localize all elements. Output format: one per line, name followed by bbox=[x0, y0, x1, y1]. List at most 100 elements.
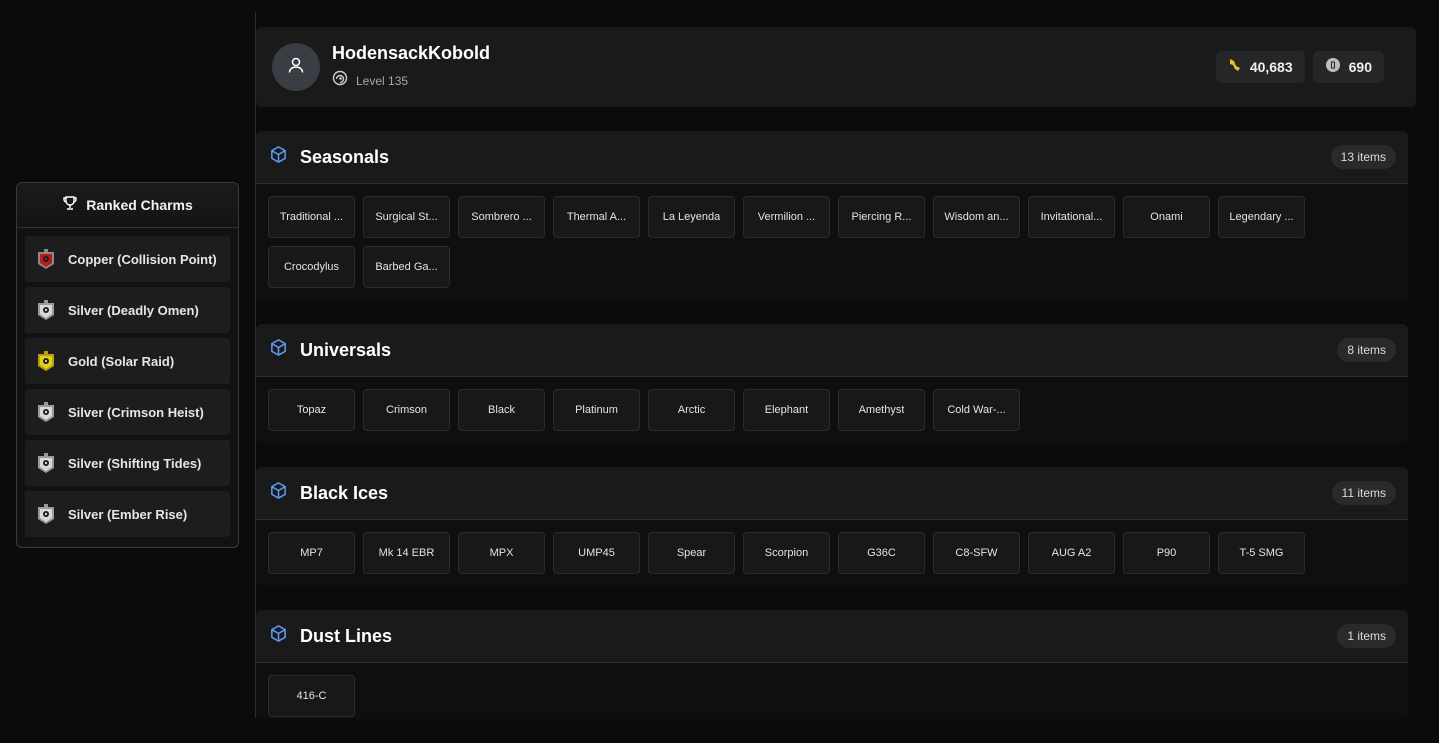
ranked-charms-header: Ranked Charms bbox=[17, 183, 238, 228]
skin-item[interactable]: Cold War-... bbox=[933, 389, 1020, 431]
skin-item-label: Barbed Ga... bbox=[375, 261, 438, 273]
skin-item-label: Surgical St... bbox=[375, 211, 438, 223]
skin-item[interactable]: T-5 SMG bbox=[1218, 532, 1305, 574]
skin-item[interactable]: Platinum bbox=[553, 389, 640, 431]
skin-item[interactable]: Vermilion ... bbox=[743, 196, 830, 238]
skin-item-label: Piercing R... bbox=[851, 211, 912, 223]
section-black-ices: Black Ices 11 items MP7 Mk 14 EBR MPX UMP45… bbox=[256, 467, 1408, 586]
skin-item[interactable]: 416-C bbox=[268, 675, 355, 717]
skin-item[interactable]: UMP45 bbox=[553, 532, 640, 574]
skin-item[interactable]: Arctic bbox=[648, 389, 735, 431]
skin-item-label: Elephant bbox=[764, 404, 809, 416]
skin-item-label: La Leyenda bbox=[662, 211, 721, 223]
r6-credits-icon bbox=[1325, 57, 1341, 78]
skin-item[interactable]: Thermal A... bbox=[553, 196, 640, 238]
section-header[interactable]: Dust Lines 1 items bbox=[256, 610, 1408, 663]
skin-item-label: Black bbox=[488, 404, 515, 416]
charm-item-silver[interactable]: Silver (Ember Rise) bbox=[25, 491, 230, 537]
credits-amount: 690 bbox=[1348, 59, 1372, 75]
skin-item[interactable]: MPX bbox=[458, 532, 545, 574]
item-grid: MP7 Mk 14 EBR MPX UMP45 Spear Scorpion G36C C8-… bbox=[256, 520, 1408, 586]
skin-item-label: Legendary ... bbox=[1229, 211, 1294, 223]
section-header[interactable]: Seasonals 13 items bbox=[256, 131, 1408, 184]
skin-item[interactable]: Crimson bbox=[363, 389, 450, 431]
skin-item-label: T-5 SMG bbox=[1239, 547, 1284, 559]
skin-item[interactable]: Amethyst bbox=[838, 389, 925, 431]
charm-item-silver[interactable]: Silver (Shifting Tides) bbox=[25, 440, 230, 486]
user-icon bbox=[286, 55, 306, 80]
skin-item[interactable]: La Leyenda bbox=[648, 196, 735, 238]
skin-item[interactable]: Onami bbox=[1123, 196, 1210, 238]
skin-item[interactable]: P90 bbox=[1123, 532, 1210, 574]
skin-item[interactable]: MP7 bbox=[268, 532, 355, 574]
skin-item-label: Crimson bbox=[386, 404, 427, 416]
item-count-badge: 1 items bbox=[1337, 624, 1396, 648]
gold-charm-icon bbox=[36, 350, 56, 372]
skin-item-label: Mk 14 EBR bbox=[378, 547, 435, 559]
charm-item-gold[interactable]: Gold (Solar Raid) bbox=[25, 338, 230, 384]
section-seasonals: Seasonals 13 items Traditional ... Surgic… bbox=[256, 131, 1408, 300]
skin-item-label: Cold War-... bbox=[947, 404, 1006, 416]
section-header[interactable]: Universals 8 items bbox=[256, 324, 1408, 377]
skin-item-label: Sombrero ... bbox=[471, 211, 532, 223]
username: HodensackKobold bbox=[332, 43, 491, 63]
section-universals: Universals 8 items Topaz Crimson Black Plat… bbox=[256, 324, 1408, 443]
skin-item[interactable]: Elephant bbox=[743, 389, 830, 431]
cube-icon bbox=[269, 338, 288, 362]
skin-item-label: C8-SFW bbox=[955, 547, 998, 559]
charm-item-copper[interactable]: Copper (Collision Point) bbox=[25, 236, 230, 282]
charm-label: Copper (Collision Point) bbox=[68, 251, 217, 267]
skin-item[interactable]: C8-SFW bbox=[933, 532, 1020, 574]
skin-item[interactable]: Legendary ... bbox=[1218, 196, 1305, 238]
skin-item[interactable]: AUG A2 bbox=[1028, 532, 1115, 574]
renown-icon bbox=[1228, 57, 1242, 78]
skin-item[interactable]: Traditional ... bbox=[268, 196, 355, 238]
silver-charm-icon bbox=[36, 452, 56, 474]
skin-item[interactable]: Wisdom an... bbox=[933, 196, 1020, 238]
charm-label: Silver (Crimson Heist) bbox=[68, 404, 204, 420]
skin-item[interactable]: Spear bbox=[648, 532, 735, 574]
skin-item[interactable]: Invitational... bbox=[1028, 196, 1115, 238]
section-dust-lines: Dust Lines 1 items 416-C bbox=[256, 610, 1408, 719]
section-title: Dust Lines bbox=[300, 625, 393, 646]
skin-item[interactable]: Mk 14 EBR bbox=[363, 532, 450, 574]
skin-item[interactable]: Sombrero ... bbox=[458, 196, 545, 238]
charm-label: Gold (Solar Raid) bbox=[68, 353, 175, 369]
skin-item[interactable]: Surgical St... bbox=[363, 196, 450, 238]
charm-label: Silver (Deadly Omen) bbox=[68, 302, 199, 318]
skin-item-label: Vermilion ... bbox=[757, 211, 816, 223]
skin-item-label: Invitational... bbox=[1040, 211, 1103, 223]
skin-item-label: MP7 bbox=[300, 547, 323, 559]
skin-item-label: Onami bbox=[1150, 211, 1183, 223]
skin-item[interactable]: G36C bbox=[838, 532, 925, 574]
skin-item[interactable]: Barbed Ga... bbox=[363, 246, 450, 288]
cube-icon bbox=[269, 145, 288, 169]
player-level: Level 135 bbox=[356, 73, 409, 88]
skin-item[interactable]: Topaz bbox=[268, 389, 355, 431]
skin-item-label: 416-C bbox=[296, 690, 327, 702]
skin-item-label: Thermal A... bbox=[566, 211, 627, 223]
item-grid: Traditional ... Surgical St... Sombrero ..… bbox=[256, 184, 1408, 300]
ranked-charms-panel: Ranked Charms Copper (Collision Point) Si… bbox=[16, 182, 239, 548]
skin-item-label: UMP45 bbox=[578, 547, 615, 559]
skin-item-label: Arctic bbox=[677, 404, 706, 416]
skin-item[interactable]: Piercing R... bbox=[838, 196, 925, 238]
skin-item[interactable]: Scorpion bbox=[743, 532, 830, 574]
skin-item-label: Traditional ... bbox=[279, 211, 344, 223]
skin-item-label: Wisdom an... bbox=[944, 211, 1009, 223]
skin-item-label: Scorpion bbox=[764, 547, 809, 559]
skin-item[interactable]: Crocodylus bbox=[268, 246, 355, 288]
renown-amount: 40,683 bbox=[1249, 59, 1293, 75]
silver-charm-icon bbox=[36, 503, 56, 525]
charm-item-silver[interactable]: Silver (Crimson Heist) bbox=[25, 389, 230, 435]
copper-charm-icon bbox=[36, 248, 56, 270]
skin-item[interactable]: Black bbox=[458, 389, 545, 431]
silver-charm-icon bbox=[36, 401, 56, 423]
silver-charm-icon bbox=[36, 299, 56, 321]
section-header[interactable]: Black Ices 11 items bbox=[256, 467, 1408, 520]
charm-label: Silver (Ember Rise) bbox=[68, 506, 188, 522]
item-count-badge: 13 items bbox=[1330, 145, 1396, 169]
trophy-icon bbox=[62, 195, 78, 216]
charm-item-silver[interactable]: Silver (Deadly Omen) bbox=[25, 287, 230, 333]
avatar[interactable] bbox=[272, 43, 320, 91]
